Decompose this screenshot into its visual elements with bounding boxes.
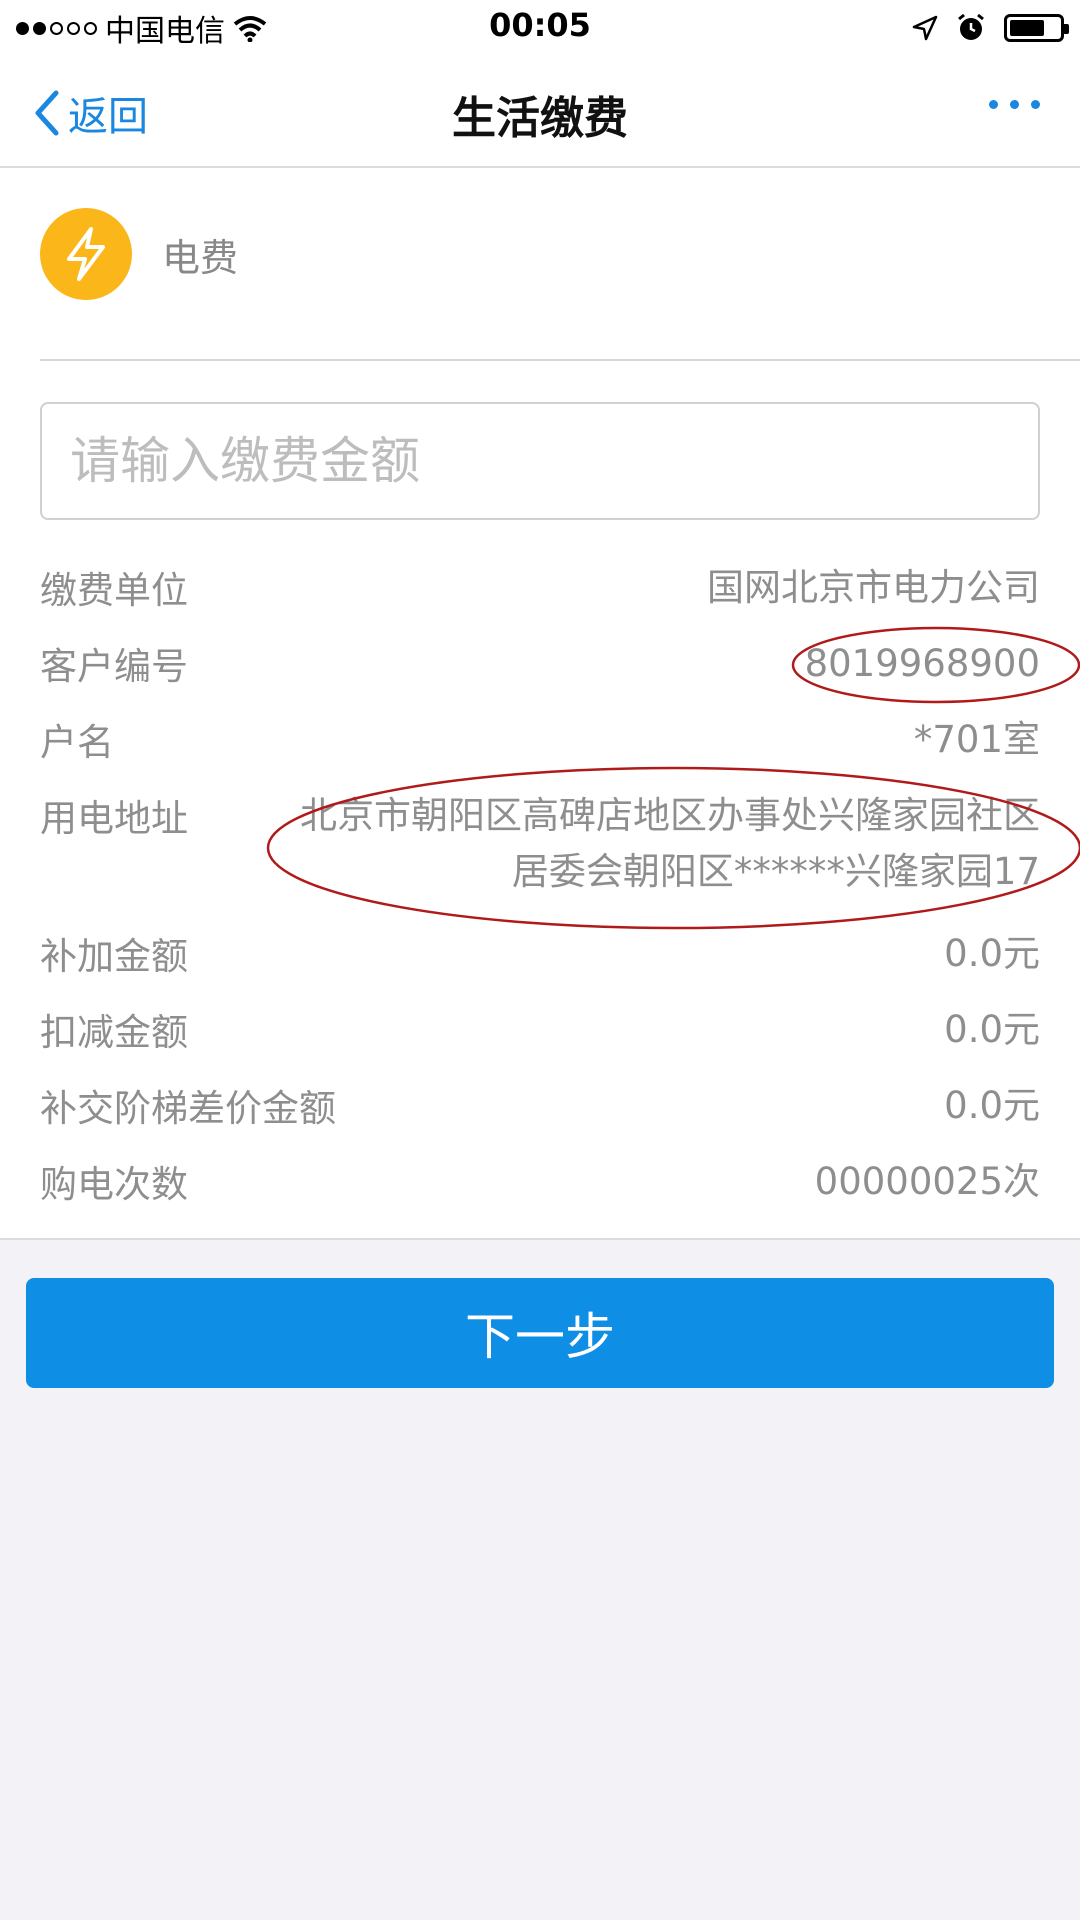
location-arrow-icon <box>912 15 938 41</box>
battery-icon <box>1004 14 1069 42</box>
customer-value: 8019968900 <box>804 642 1040 685</box>
address-value: 北京市朝阳区高碑店地区办事处兴隆家园社区 居委会朝阳区******兴隆家园17 <box>300 788 1040 900</box>
next-button[interactable]: 下一步 <box>26 1278 1054 1388</box>
lightning-icon <box>40 208 132 300</box>
nav-bar: 返回 生活缴费 <box>0 56 1080 168</box>
count-value: 00000025次 <box>814 1160 1040 1203</box>
address-label: 用电地址 <box>40 797 188 840</box>
unit-value: 国网北京市电力公司 <box>707 566 1040 609</box>
tier-value: 0.0元 <box>944 1084 1040 1127</box>
info-row-address: 用电地址 北京市朝阳区高碑店地区办事处兴隆家园社区 居委会朝阳区******兴隆… <box>40 788 1040 900</box>
more-dots-icon[interactable] <box>989 100 1040 109</box>
deduct-value: 0.0元 <box>944 1008 1040 1051</box>
bill-header: 电费 <box>40 208 238 300</box>
address-line-2: 居委会朝阳区******兴隆家园17 <box>511 850 1040 893</box>
extra-value: 0.0元 <box>944 932 1040 975</box>
count-label: 购电次数 <box>40 1163 188 1206</box>
bill-type: 电费 <box>162 235 239 280</box>
bill-card: 电费 缴费单位 国网北京市电力公司 客户编号 8019968900 户名 *70… <box>0 168 1080 1240</box>
status-right <box>912 8 1069 48</box>
status-bar: 中国电信 00:05 <box>0 0 1080 56</box>
page-title: 生活缴费 <box>452 93 628 144</box>
amount-input[interactable] <box>40 402 1040 520</box>
name-value: *701室 <box>913 718 1040 761</box>
unit-label: 缴费单位 <box>40 569 188 612</box>
extra-label: 补加金额 <box>40 935 188 978</box>
alarm-clock-icon <box>956 13 986 43</box>
name-label: 户名 <box>40 721 114 764</box>
divider <box>40 359 1080 361</box>
address-line-1: 北京市朝阳区高碑店地区办事处兴隆家园社区 <box>300 794 1040 837</box>
deduct-label: 扣减金额 <box>40 1011 188 1054</box>
tier-label: 补交阶梯差价金额 <box>40 1087 336 1130</box>
customer-label: 客户编号 <box>40 645 188 688</box>
